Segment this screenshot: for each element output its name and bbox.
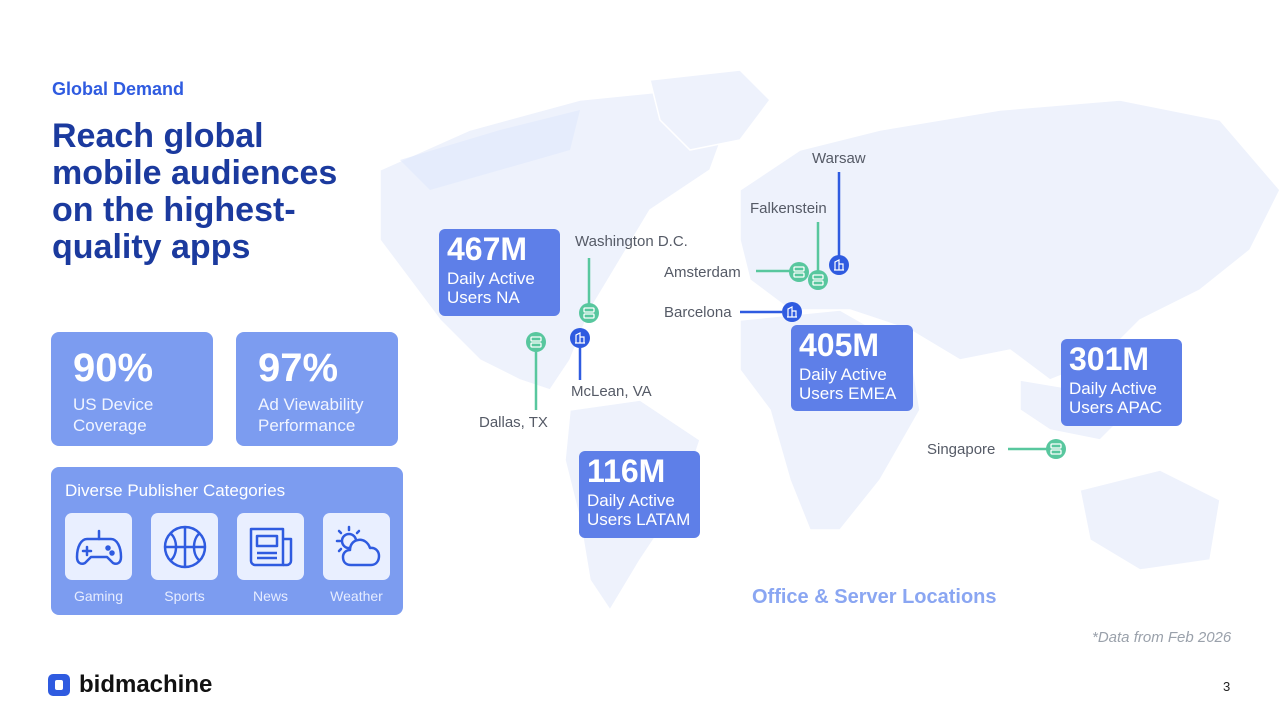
office-pin-warsaw[interactable]	[829, 255, 849, 275]
region-card-emea: 405M Daily Active Users EMEA	[791, 325, 913, 411]
office-pin-barcelona[interactable]	[782, 302, 802, 322]
building-icon	[787, 306, 797, 318]
city-label-amsterdam: Amsterdam	[664, 264, 741, 281]
server-icon	[793, 266, 805, 278]
page-number: 3	[1223, 679, 1231, 694]
server-icon	[583, 307, 595, 319]
office-pin-mclean[interactable]	[570, 328, 590, 348]
server-pin-singapore[interactable]	[1046, 439, 1066, 459]
city-label-barcelona: Barcelona	[664, 304, 732, 321]
brand-name: bidmachine	[79, 671, 213, 698]
map-legend-title: Office & Server Locations	[752, 586, 997, 608]
bidmachine-logo-icon	[48, 674, 70, 696]
server-pin-amsterdam[interactable]	[789, 262, 809, 282]
data-footnote: *Data from Feb 2026	[1092, 629, 1232, 646]
server-pin-falkenstein[interactable]	[808, 270, 828, 290]
server-pin-dallas[interactable]	[526, 332, 546, 352]
region-value: 116M	[587, 453, 666, 489]
city-label-washington: Washington D.C.	[575, 233, 688, 250]
server-icon	[812, 274, 824, 286]
region-label: Daily Active Users APAC	[1069, 379, 1163, 417]
building-icon	[575, 332, 585, 344]
region-value: 467M	[447, 231, 528, 267]
city-label-mclean: McLean, VA	[571, 383, 652, 400]
region-value: 301M	[1069, 341, 1150, 377]
server-icon	[1050, 443, 1062, 455]
server-icon	[530, 336, 542, 348]
region-label: Daily Active Users EMEA	[799, 365, 897, 403]
region-card-apac: 301M Daily Active Users APAC	[1061, 339, 1182, 426]
region-card-na: 467M Daily Active Users NA	[439, 229, 560, 316]
city-label-falkenstein: Falkenstein	[750, 200, 827, 217]
brand-logo-group: bidmachine	[48, 671, 212, 699]
region-label: Daily Active Users NA	[447, 269, 535, 307]
server-pin-washington[interactable]	[579, 303, 599, 323]
region-card-latam: 116M Daily Active Users LATAM	[579, 451, 700, 538]
region-label: Daily Active Users LATAM	[587, 491, 691, 529]
region-value: 405M	[799, 327, 880, 363]
city-label-singapore: Singapore	[927, 441, 996, 458]
city-label-dallas: Dallas, TX	[479, 414, 548, 431]
city-label-warsaw: Warsaw	[812, 150, 866, 167]
building-icon	[834, 259, 844, 271]
